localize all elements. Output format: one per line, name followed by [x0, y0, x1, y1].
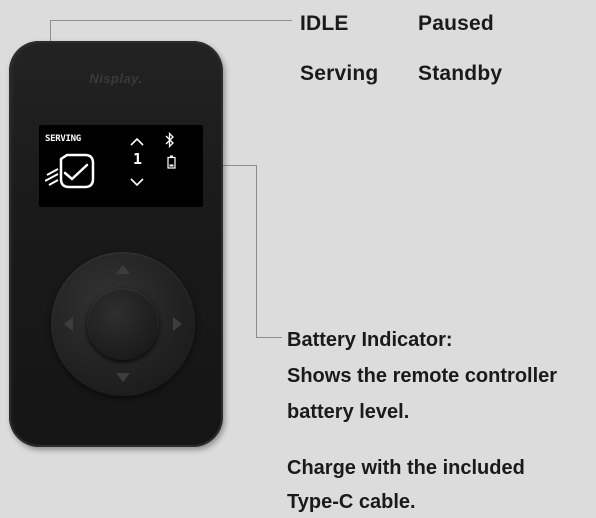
- dpad-center-button[interactable]: [87, 288, 159, 360]
- status-paused-label: Paused: [418, 12, 494, 35]
- brand-logo: Nisplay.: [89, 71, 143, 86]
- battery-icon: [167, 155, 176, 169]
- chevron-up-icon: [130, 137, 144, 146]
- dpad-up-icon[interactable]: [116, 265, 130, 274]
- battery-callout-line-vertical: [256, 165, 257, 337]
- oled-screen: SERVING 1: [39, 125, 203, 207]
- dpad-left-icon[interactable]: [64, 317, 73, 331]
- screen-status-text: SERVING: [45, 134, 81, 144]
- battery-annotation-line2: battery level.: [287, 401, 410, 423]
- table-number: 1: [133, 150, 143, 168]
- status-callout-line-horizontal: [50, 20, 292, 21]
- battery-charge-line2: Type-C cable.: [287, 491, 416, 513]
- battery-annotation-line1: Shows the remote controller: [287, 365, 558, 387]
- status-standby-label: Standby: [418, 62, 503, 85]
- chevron-down-icon: [130, 178, 144, 187]
- status-idle-label: IDLE: [300, 12, 349, 35]
- status-serving-label: Serving: [300, 62, 379, 85]
- robot-face-icon: [45, 153, 95, 189]
- battery-annotation-title: Battery Indicator:: [287, 329, 453, 351]
- status-callout-line-vertical: [50, 20, 51, 42]
- bluetooth-icon: [165, 132, 174, 148]
- dpad-down-icon[interactable]: [116, 373, 130, 382]
- remote-controller: Nisplay. SERVING 1: [9, 41, 223, 447]
- battery-callout-line-horizontal-bottom: [256, 337, 282, 338]
- dpad-right-icon[interactable]: [173, 317, 182, 331]
- dpad[interactable]: [51, 252, 195, 396]
- battery-charge-line1: Charge with the included: [287, 457, 525, 479]
